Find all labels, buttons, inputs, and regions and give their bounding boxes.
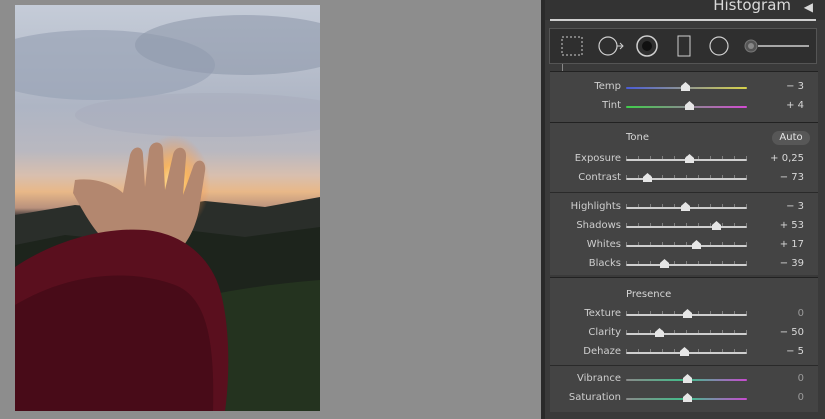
blacks-slider-track[interactable] xyxy=(626,259,747,268)
contrast-slider-track[interactable] xyxy=(626,173,747,182)
slider-label: Texture xyxy=(584,308,621,319)
slider-thumb[interactable] xyxy=(684,101,694,110)
texture-slider-row[interactable]: Texture 0 xyxy=(550,305,818,324)
slider-thumb[interactable] xyxy=(642,173,652,182)
slider-label: Dehaze xyxy=(583,346,621,357)
photo-preview[interactable] xyxy=(15,5,320,411)
texture-slider-track[interactable] xyxy=(626,309,747,318)
clarity-slider-track[interactable] xyxy=(626,328,747,337)
slider-ticks xyxy=(626,261,747,264)
slider-thumb[interactable] xyxy=(682,309,692,318)
temp-slider-row[interactable]: Temp − 3 xyxy=(550,78,818,97)
exposure-slider-track[interactable] xyxy=(626,154,747,163)
slider-label: Whites xyxy=(586,239,621,250)
slider-label: Contrast xyxy=(578,172,621,183)
dehaze-slider-row[interactable]: Dehaze − 5 xyxy=(550,343,818,362)
radial-filter-icon[interactable] xyxy=(702,29,736,63)
contrast-slider-row[interactable]: Contrast − 73 xyxy=(550,169,818,188)
presence-divider xyxy=(550,365,818,366)
slider-thumb[interactable] xyxy=(680,347,690,356)
slider-value[interactable]: 0 xyxy=(798,373,804,384)
slider-value[interactable]: − 3 xyxy=(786,81,804,92)
saturation-slider-row[interactable]: Saturation 0 xyxy=(550,389,818,408)
shadows-slider-track[interactable] xyxy=(626,221,747,230)
blacks-slider-row[interactable]: Blacks − 39 xyxy=(550,255,818,274)
slider-label: Blacks xyxy=(588,258,621,269)
tone-section: Tone Auto Exposure + 0,25 Contrast − 73 … xyxy=(550,122,818,275)
slider-label: Tint xyxy=(602,100,621,111)
tool-strip xyxy=(549,28,817,64)
white-balance-section: Temp − 3 Tint + 4 xyxy=(550,71,818,122)
photo-image xyxy=(15,5,320,411)
slider-ticks xyxy=(626,330,747,333)
auto-tone-button[interactable]: Auto xyxy=(772,131,810,145)
slider-thumb[interactable] xyxy=(682,393,692,402)
slider-value[interactable]: − 50 xyxy=(780,327,804,338)
slider-value[interactable]: + 53 xyxy=(780,220,804,231)
slider-ticks xyxy=(626,223,747,226)
slider-thumb[interactable] xyxy=(659,259,669,268)
slider-thumb[interactable] xyxy=(682,374,692,383)
temp-slider-track[interactable] xyxy=(626,82,747,91)
slider-value[interactable]: 0 xyxy=(798,308,804,319)
slider-value[interactable]: 0 xyxy=(798,392,804,403)
slider-value[interactable]: + 0,25 xyxy=(770,153,804,164)
presence-header: Presence xyxy=(626,289,672,300)
red-eye-icon[interactable] xyxy=(630,29,664,63)
histogram-title: Histogram xyxy=(713,0,791,14)
highlights-slider-track[interactable] xyxy=(626,202,747,211)
develop-right-panel: Histogram ◀ Temp − 3 Tint + 4 Tone Auto … xyxy=(545,0,825,419)
slider-label: Clarity xyxy=(588,327,621,338)
tint-slider-row[interactable]: Tint + 4 xyxy=(550,97,818,116)
dehaze-slider-track[interactable] xyxy=(626,347,747,356)
vibrance-slider-track[interactable] xyxy=(626,374,747,383)
slider-value[interactable]: + 4 xyxy=(786,100,804,111)
spot-removal-icon[interactable] xyxy=(594,29,628,63)
graduated-filter-icon[interactable] xyxy=(668,29,702,63)
slider-label: Temp xyxy=(594,81,621,92)
saturation-slider-track[interactable] xyxy=(626,393,747,402)
slider-thumb[interactable] xyxy=(681,82,691,91)
slider-ticks xyxy=(626,242,747,245)
collapse-triangle-icon[interactable]: ◀ xyxy=(804,0,813,14)
slider-value[interactable]: − 3 xyxy=(786,201,804,212)
presence-section: Presence Texture 0 Clarity − 50 Dehaze −… xyxy=(550,277,818,412)
slider-label: Exposure xyxy=(574,153,621,164)
tone-divider xyxy=(550,192,818,193)
slider-value[interactable]: − 5 xyxy=(786,346,804,357)
exposure-slider-row[interactable]: Exposure + 0,25 xyxy=(550,150,818,169)
slider-thumb[interactable] xyxy=(684,154,694,163)
shadows-slider-row[interactable]: Shadows + 53 xyxy=(550,217,818,236)
brush-icon[interactable] xyxy=(736,29,816,63)
image-canvas[interactable] xyxy=(0,0,541,419)
crop-overlay-icon[interactable] xyxy=(558,29,592,63)
slider-label: Vibrance xyxy=(577,373,621,384)
histogram-divider xyxy=(550,19,816,21)
slider-thumb[interactable] xyxy=(711,221,721,230)
slider-thumb[interactable] xyxy=(681,202,691,211)
slider-label: Saturation xyxy=(568,392,621,403)
whites-slider-row[interactable]: Whites + 17 xyxy=(550,236,818,255)
clarity-slider-row[interactable]: Clarity − 50 xyxy=(550,324,818,343)
whites-slider-track[interactable] xyxy=(626,240,747,249)
slider-value[interactable]: + 17 xyxy=(780,239,804,250)
highlights-slider-row[interactable]: Highlights − 3 xyxy=(550,198,818,217)
vibrance-slider-row[interactable]: Vibrance 0 xyxy=(550,370,818,389)
slider-label: Shadows xyxy=(576,220,621,231)
slider-thumb[interactable] xyxy=(654,328,664,337)
tint-slider-track[interactable] xyxy=(626,101,747,110)
histogram-header[interactable]: Histogram ◀ xyxy=(545,0,825,21)
slider-thumb[interactable] xyxy=(692,240,702,249)
slider-value[interactable]: − 39 xyxy=(780,258,804,269)
tone-header: Tone xyxy=(626,132,650,143)
slider-value[interactable]: − 73 xyxy=(780,172,804,183)
slider-label: Highlights xyxy=(570,201,621,212)
